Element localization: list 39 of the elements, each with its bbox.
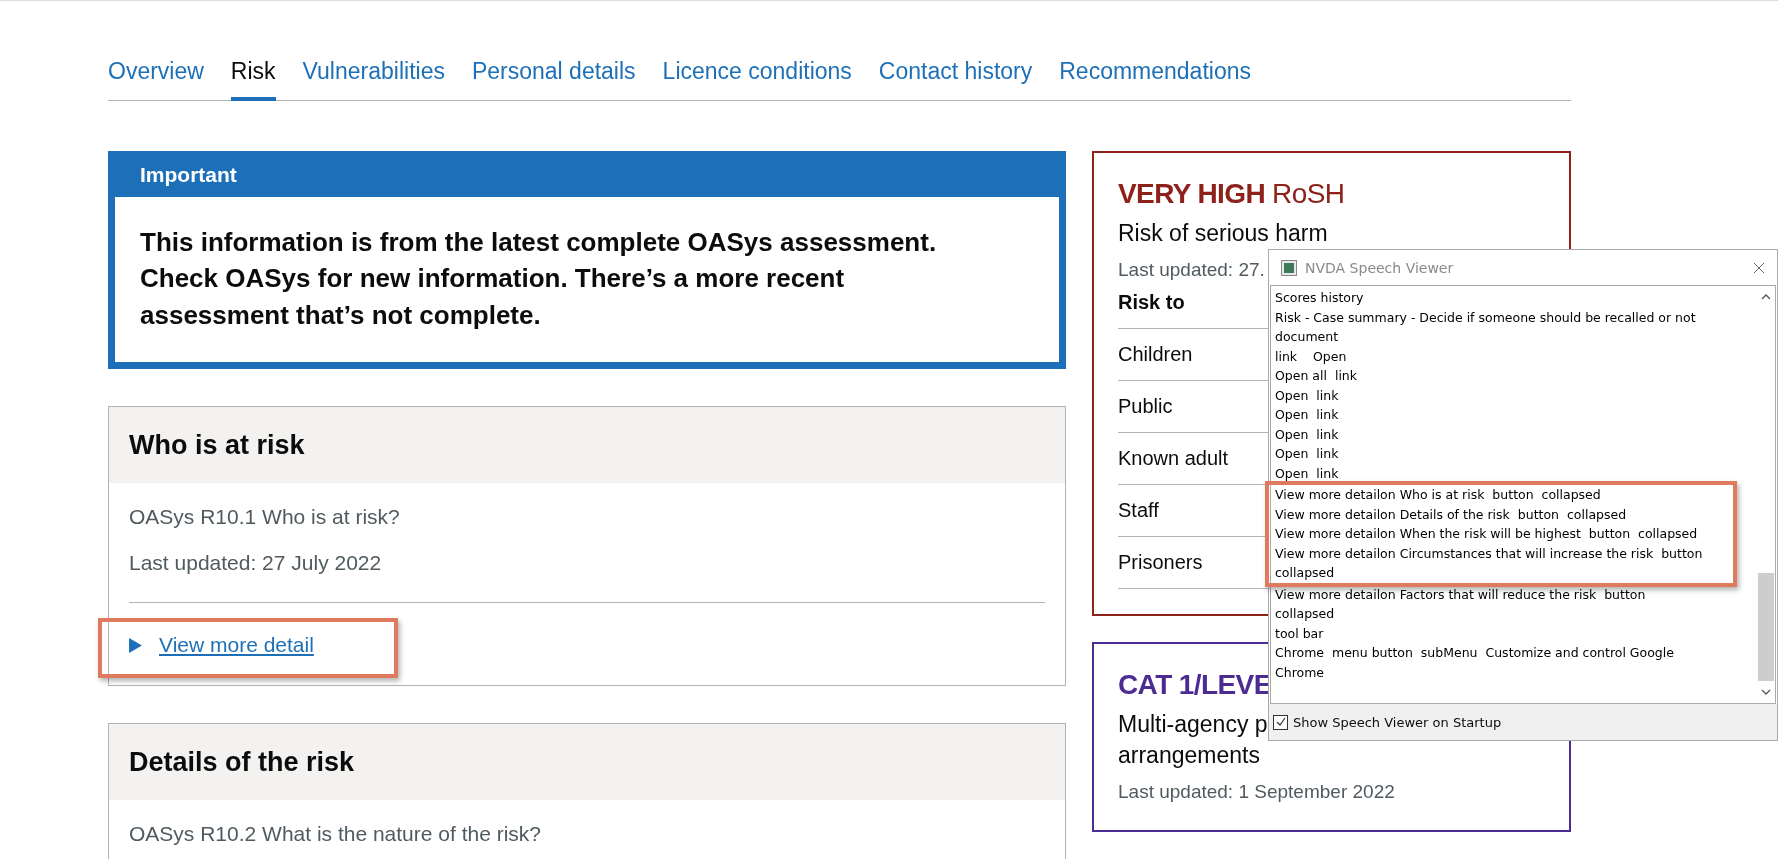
view-more-detail-link[interactable]: View more detail bbox=[159, 633, 314, 658]
banner-heading: Important bbox=[139, 162, 238, 188]
scroll-thumb[interactable] bbox=[1758, 573, 1774, 681]
speech-line: Open link bbox=[1275, 386, 1340, 405]
question-text: OASys R10.2 What is the nature of the risk? bbox=[129, 821, 543, 848]
speech-line: tool bar bbox=[1275, 624, 1325, 643]
scroll-up-icon[interactable] bbox=[1761, 294, 1771, 300]
nav-tab[interactable]: Contact history bbox=[878, 53, 1033, 101]
window-title: NVDA Speech Viewer bbox=[1305, 259, 1455, 276]
expand-triangle-icon bbox=[129, 637, 142, 653]
last-updated-text: Last updated: 27. bbox=[1118, 259, 1265, 281]
speech-line: Open link bbox=[1275, 406, 1340, 424]
checkbox[interactable] bbox=[1273, 714, 1288, 730]
speech-line: Open link bbox=[1275, 445, 1340, 463]
app-icon bbox=[1281, 259, 1297, 276]
speech-line: Scores history bbox=[1275, 289, 1365, 307]
banner-text: This information is from the latest complete OASys assessment. Check OASys for new information. There’s a more recent assessment that’s not complete. bbox=[140, 226, 938, 332]
card-subtitle: arrangements bbox=[1118, 741, 1260, 770]
nav-tab[interactable]: Vulnerabilities bbox=[302, 53, 445, 101]
section-heading: Details of the risk bbox=[129, 746, 356, 780]
card-subtitle: Multi-agency p bbox=[1118, 710, 1268, 739]
checkbox-label[interactable]: Show Speech Viewer on Startup bbox=[1293, 714, 1502, 730]
section-heading: Who is at risk bbox=[129, 429, 306, 463]
scroll-down-icon[interactable] bbox=[1761, 689, 1771, 695]
question-text: OASys R10.1 Who is at risk? bbox=[129, 504, 401, 531]
close-icon[interactable] bbox=[1753, 261, 1765, 274]
speech-line: link Open bbox=[1275, 347, 1348, 366]
nav-tab[interactable]: Licence conditions bbox=[662, 53, 852, 101]
last-updated-text: Last updated: 27 July 2022 bbox=[129, 550, 383, 577]
level-heading: CAT 1/LEVE bbox=[1118, 669, 1272, 701]
nav-tab[interactable]: Overview bbox=[108, 53, 204, 101]
level-heading: VERY HIGH RoSH bbox=[1118, 178, 1345, 210]
nav-tab[interactable]: Risk bbox=[230, 53, 276, 101]
nav-tab[interactable]: Recommendations bbox=[1059, 53, 1251, 101]
speech-line: Chrome menu button subMenu Customize and control Google Chrome bbox=[1275, 644, 1675, 682]
speech-line: Open link bbox=[1275, 464, 1340, 483]
nav-tab[interactable]: Personal details bbox=[471, 53, 636, 101]
card-subtitle: Risk of serious harm bbox=[1118, 219, 1328, 248]
last-updated-text: Last updated: 1 September 2022 bbox=[1118, 781, 1395, 803]
